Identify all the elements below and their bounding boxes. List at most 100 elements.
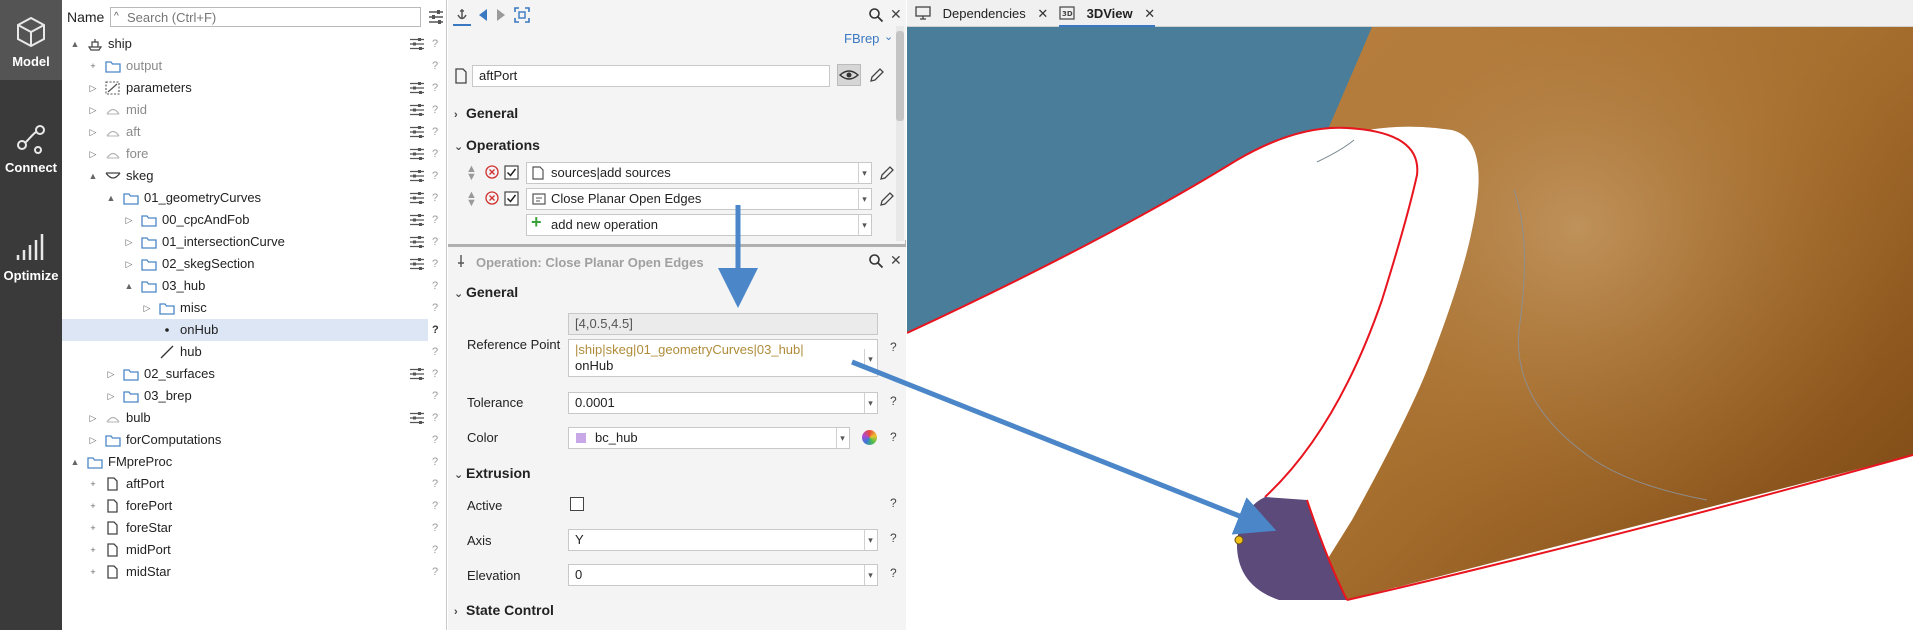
close-icon[interactable]: ✕ [890, 6, 902, 23]
chevron-down-icon[interactable]: ▾ [858, 189, 870, 209]
help-icon[interactable]: ? [890, 340, 897, 354]
help-icon[interactable]: ? [432, 187, 438, 209]
help-icon[interactable]: ? [432, 539, 438, 561]
expand-icon[interactable]: ▷ [124, 231, 134, 253]
close-tab-icon[interactable]: ✕ [1037, 6, 1048, 21]
operation-enabled-checkbox[interactable] [504, 165, 519, 180]
expand-plus-icon[interactable]: + [88, 55, 98, 77]
edit-pencil-icon[interactable] [879, 191, 895, 207]
expand-plus-icon[interactable]: + [88, 473, 98, 495]
tree-row[interactable]: onHub? [62, 319, 439, 341]
tree-row[interactable]: ▷ misc? [62, 297, 447, 319]
expand-icon[interactable]: ▷ [142, 297, 152, 319]
help-icon[interactable]: ? [432, 209, 438, 231]
expand-icon[interactable]: ▷ [88, 407, 98, 429]
back-arrow-icon[interactable] [476, 7, 490, 23]
help-icon[interactable]: ? [432, 121, 438, 143]
tree-row[interactable]: ▷ bulb? [62, 407, 447, 429]
tree-row[interactable]: + forePort? [62, 495, 447, 517]
chevron-down-icon[interactable]: ▾ [864, 393, 876, 413]
nav-model[interactable]: Model [0, 0, 62, 80]
tree-row[interactable]: ▷ parameters? [62, 77, 447, 99]
expand-icon[interactable]: ▷ [106, 363, 116, 385]
expand-plus-icon[interactable]: + [88, 561, 98, 583]
chevron-down-icon[interactable]: ▾ [836, 428, 848, 448]
tune-icon[interactable] [409, 37, 425, 51]
search-input[interactable] [110, 7, 421, 27]
tree-row[interactable]: + midStar? [62, 561, 447, 583]
nav-connect[interactable]: Connect [0, 110, 62, 190]
tree-row[interactable]: ▷ 00_cpcAndFob? [62, 209, 447, 231]
help-icon[interactable]: ? [432, 561, 438, 583]
expand-icon[interactable]: ▷ [106, 385, 116, 407]
color-select[interactable]: bc_hub [568, 427, 850, 449]
operation-select-2[interactable]: Close Planar Open Edges [526, 188, 872, 210]
help-icon[interactable]: ? [432, 77, 438, 99]
help-icon[interactable]: ? [432, 33, 438, 55]
remove-operation-icon[interactable] [485, 165, 499, 179]
extrusion-section-header[interactable]: ⌄ Extrusion [454, 465, 531, 481]
expand-icon[interactable]: ▷ [88, 99, 98, 121]
help-icon[interactable]: ? [432, 143, 438, 165]
tune-icon[interactable] [409, 235, 425, 249]
help-icon[interactable]: ? [890, 566, 897, 580]
help-icon[interactable]: ? [432, 319, 439, 341]
reference-point-input[interactable]: |ship|skeg|01_geometryCurves|03_hub| onH… [568, 339, 878, 377]
properties-scrollbar[interactable] [896, 26, 904, 241]
help-icon[interactable]: ? [432, 297, 438, 319]
help-icon[interactable]: ? [890, 496, 897, 510]
search-icon[interactable] [868, 7, 884, 23]
operations-section-header[interactable]: ⌄ Operations [454, 137, 540, 153]
tree-row[interactable]: ▲ ship? [62, 33, 447, 55]
help-icon[interactable]: ? [432, 429, 438, 451]
tune-icon[interactable] [428, 9, 444, 25]
anchor-icon[interactable] [454, 7, 470, 23]
tune-icon[interactable] [409, 147, 425, 161]
chevron-down-icon[interactable]: ▾ [858, 215, 870, 235]
tune-icon[interactable] [409, 103, 425, 117]
tree-row[interactable]: hub? [62, 341, 447, 363]
tree-row[interactable]: ▲ FMpreProc? [62, 451, 447, 473]
help-icon[interactable]: ? [432, 495, 438, 517]
tree-row[interactable]: + aftPort? [62, 473, 447, 495]
scrollbar-thumb[interactable] [896, 31, 904, 121]
help-icon[interactable]: ? [432, 363, 438, 385]
expand-icon[interactable]: ▷ [88, 429, 98, 451]
tree-row[interactable]: + foreStar? [62, 517, 447, 539]
chevron-down-icon[interactable]: ▾ [864, 530, 876, 550]
3d-scene[interactable] [907, 27, 1913, 630]
tab-dependencies[interactable]: Dependencies ✕ [915, 0, 1048, 27]
forward-arrow-icon[interactable] [494, 7, 508, 23]
help-icon[interactable]: ? [432, 275, 438, 297]
tree-row[interactable]: + midPort? [62, 539, 447, 561]
tune-icon[interactable] [409, 411, 425, 425]
help-icon[interactable]: ? [432, 385, 438, 407]
collapse-icon[interactable]: ▲ [70, 451, 80, 473]
tolerance-input[interactable]: 0.0001 [568, 392, 878, 414]
collapse-icon[interactable]: ▲ [124, 275, 134, 297]
tree-row[interactable]: + output? [62, 55, 447, 77]
remove-operation-icon[interactable] [485, 191, 499, 205]
help-icon[interactable]: ? [432, 55, 438, 77]
tree-row[interactable]: ▲ skeg? [62, 165, 447, 187]
color-wheel-icon[interactable] [862, 430, 877, 445]
help-icon[interactable]: ? [890, 430, 897, 444]
general-section-header[interactable]: › General [454, 105, 518, 121]
expand-icon[interactable]: ▷ [88, 121, 98, 143]
nav-optimize[interactable]: Optimize [0, 220, 62, 300]
tree-row[interactable]: ▷ 01_intersectionCurve? [62, 231, 447, 253]
close-tab-icon[interactable]: ✕ [1144, 6, 1155, 21]
fit-selection-icon[interactable] [514, 7, 530, 23]
edit-pencil-icon[interactable] [869, 67, 885, 83]
collapse-icon[interactable]: ▲ [70, 33, 80, 55]
chevron-down-icon[interactable]: ▾ [858, 163, 870, 183]
edit-pencil-icon[interactable] [879, 165, 895, 181]
tune-icon[interactable] [409, 213, 425, 227]
close-icon[interactable]: ✕ [890, 252, 902, 269]
tune-icon[interactable] [409, 367, 425, 381]
help-icon[interactable]: ? [432, 473, 438, 495]
expand-plus-icon[interactable]: + [88, 517, 98, 539]
tree-row[interactable]: ▷ 02_surfaces? [62, 363, 447, 385]
active-checkbox[interactable] [570, 497, 584, 511]
operation-enabled-checkbox[interactable] [504, 191, 519, 206]
